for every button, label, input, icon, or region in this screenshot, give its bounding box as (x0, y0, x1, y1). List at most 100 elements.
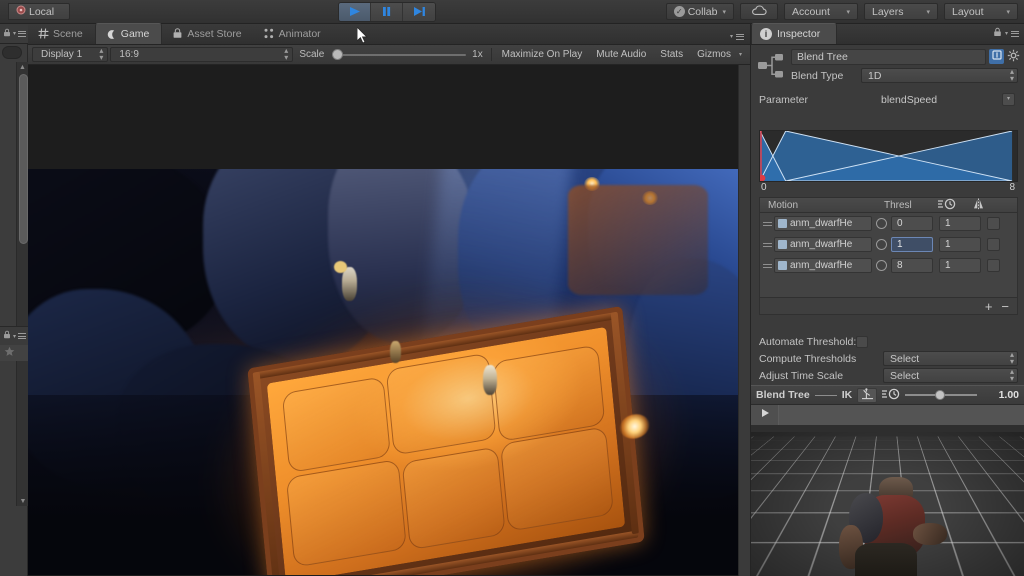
table-row[interactable]: anm_dwarfHe 0 1 (760, 213, 1017, 234)
collab-check-icon: ✓ (674, 6, 685, 17)
object-picker-icon[interactable] (876, 239, 887, 250)
tab-scene[interactable]: Scene (28, 23, 95, 44)
avatar-pose-button[interactable] (857, 388, 877, 403)
threshold-field[interactable]: 8 (891, 258, 933, 273)
motion-name: anm_dwarfHe (790, 218, 852, 229)
chevron-down-icon[interactable]: ▾ (739, 51, 742, 58)
ik-toggle[interactable]: IK (842, 389, 853, 401)
mirror-checkbox[interactable] (987, 217, 1000, 230)
aspect-ratio-dropdown[interactable]: 16:9 ▴▾ (110, 47, 293, 62)
account-button[interactable]: Account ▾ (784, 3, 858, 20)
tab-game[interactable]: Game (95, 23, 163, 44)
threshold-field[interactable]: 0 (891, 216, 933, 231)
display-dropdown[interactable]: Display 1 ▴▾ (32, 47, 108, 62)
lock-icon[interactable] (3, 28, 11, 40)
blend-tree-graph[interactable] (759, 130, 1018, 182)
motion-column-header: Motion (760, 200, 884, 211)
motion-object-field[interactable]: anm_dwarfHe (774, 258, 872, 273)
layers-button[interactable]: Layers ▾ (864, 3, 938, 20)
time-scale-field[interactable]: 1 (939, 237, 981, 252)
graph-axis-min: 0 (761, 182, 767, 193)
object-picker-icon[interactable] (876, 218, 887, 229)
threshold-field[interactable]: 1 (891, 237, 933, 252)
tab-animator[interactable]: Animator (254, 23, 333, 44)
hierarchy-scrollbar[interactable]: ▲ ▼ (16, 62, 28, 506)
preview-top-edge (751, 425, 1024, 432)
preview-play-button[interactable] (751, 405, 779, 425)
mirror-checkbox[interactable] (987, 238, 1000, 251)
add-motion-button[interactable]: + (985, 299, 993, 314)
preview-viewport[interactable] (751, 425, 1024, 576)
blend-tree-name-value: Blend Tree (797, 51, 848, 63)
stepper-icon: ▴▾ (1010, 369, 1014, 383)
game-view-canvas[interactable] (28, 65, 738, 576)
gear-icon (1007, 49, 1020, 65)
tab-inspector[interactable]: i Inspector (751, 23, 837, 44)
cloud-icon (751, 5, 767, 19)
hierarchy-search-field[interactable] (0, 44, 24, 60)
chevron-down-icon[interactable]: ▾ (13, 333, 16, 340)
object-picker-icon[interactable] (876, 260, 887, 271)
scroll-up-icon[interactable]: ▲ (17, 62, 28, 72)
character-dwarf-helmet (334, 261, 347, 273)
table-row[interactable]: anm_dwarfHe 8 1 (760, 255, 1017, 276)
time-scale-field[interactable]: 1 (939, 216, 981, 231)
step-button[interactable] (403, 3, 435, 21)
panel-menu-icon[interactable] (736, 34, 744, 40)
pivot-rotation-button[interactable]: Local (8, 3, 70, 20)
maximize-on-play-button[interactable]: Maximize On Play (496, 47, 589, 63)
collab-button[interactable]: ✓ Collab ▾ (666, 3, 734, 20)
panel-menu-icon[interactable] (18, 333, 26, 339)
pause-button[interactable] (371, 3, 403, 21)
blend-tree-name-field[interactable]: Blend Tree (791, 49, 986, 65)
chevron-down-icon[interactable]: ▾ (1005, 30, 1008, 37)
game-view-dock: Scene Game Asset Store Animator (28, 24, 750, 576)
drag-handle-icon[interactable] (763, 243, 774, 247)
panel-menu-icon[interactable] (1011, 31, 1019, 37)
preview-speed-knob[interactable] (935, 390, 945, 400)
remove-motion-button[interactable]: − (1001, 299, 1009, 314)
compute-thresholds-dropdown[interactable]: Select ▴▾ (883, 351, 1018, 366)
layout-button[interactable]: Layout ▾ (944, 3, 1018, 20)
adjust-time-scale-dropdown[interactable]: Select ▴▾ (883, 368, 1018, 383)
clock-speed-icon (938, 198, 956, 213)
animation-clip-icon (778, 219, 787, 228)
preview-speed-slider[interactable] (905, 388, 977, 402)
panel-menu-icon[interactable] (18, 31, 26, 37)
preview-resize-handle[interactable] (815, 395, 837, 396)
mirror-checkbox[interactable] (987, 259, 1000, 272)
drag-handle-icon[interactable] (763, 222, 774, 226)
chevron-down-icon[interactable]: ▾ (730, 33, 733, 40)
scale-slider-knob[interactable] (332, 49, 343, 60)
table-row[interactable]: anm_dwarfHe 1 1 (760, 234, 1017, 255)
star-icon (4, 346, 15, 360)
lock-icon[interactable] (3, 330, 11, 342)
motion-object-field[interactable]: anm_dwarfHe (774, 237, 872, 252)
stats-button[interactable]: Stats (654, 47, 689, 63)
lock-icon[interactable] (993, 27, 1002, 40)
drag-handle-icon[interactable] (763, 264, 774, 268)
pivot-rotation-icon (16, 5, 26, 18)
hierarchy-tabstrip: ▾ (0, 24, 28, 44)
project-favorites-row[interactable] (0, 345, 28, 361)
cloud-services-button[interactable] (740, 3, 778, 20)
left-panel-strip: ▾ ▲ ▼ ▾ (0, 24, 28, 576)
chevron-down-icon[interactable]: ▾ (13, 30, 16, 37)
scale-slider[interactable] (330, 48, 466, 62)
automate-threshold-checkbox[interactable] (856, 336, 868, 348)
mute-audio-button[interactable]: Mute Audio (590, 47, 652, 63)
reference-book-button[interactable] (989, 49, 1004, 64)
game-render-surface (28, 169, 738, 575)
motion-object-field[interactable]: anm_dwarfHe (774, 216, 872, 231)
tab-asset-store[interactable]: Asset Store (162, 23, 253, 44)
time-scale-field[interactable]: 1 (939, 258, 981, 273)
blend-type-dropdown[interactable]: 1D ▴▾ (861, 68, 1018, 83)
scrollbar-thumb[interactable] (19, 74, 28, 244)
compute-thresholds-row: Compute Thresholds Select ▴▾ (759, 350, 1018, 367)
component-settings-button[interactable] (1006, 49, 1021, 64)
gizmos-button[interactable]: Gizmos (691, 47, 737, 63)
game-view-scrollbar[interactable] (738, 65, 750, 576)
play-button[interactable] (339, 3, 371, 21)
parameter-dropdown[interactable]: blendSpeed ▾ (875, 92, 1018, 107)
preview-timeline[interactable] (779, 405, 1024, 425)
